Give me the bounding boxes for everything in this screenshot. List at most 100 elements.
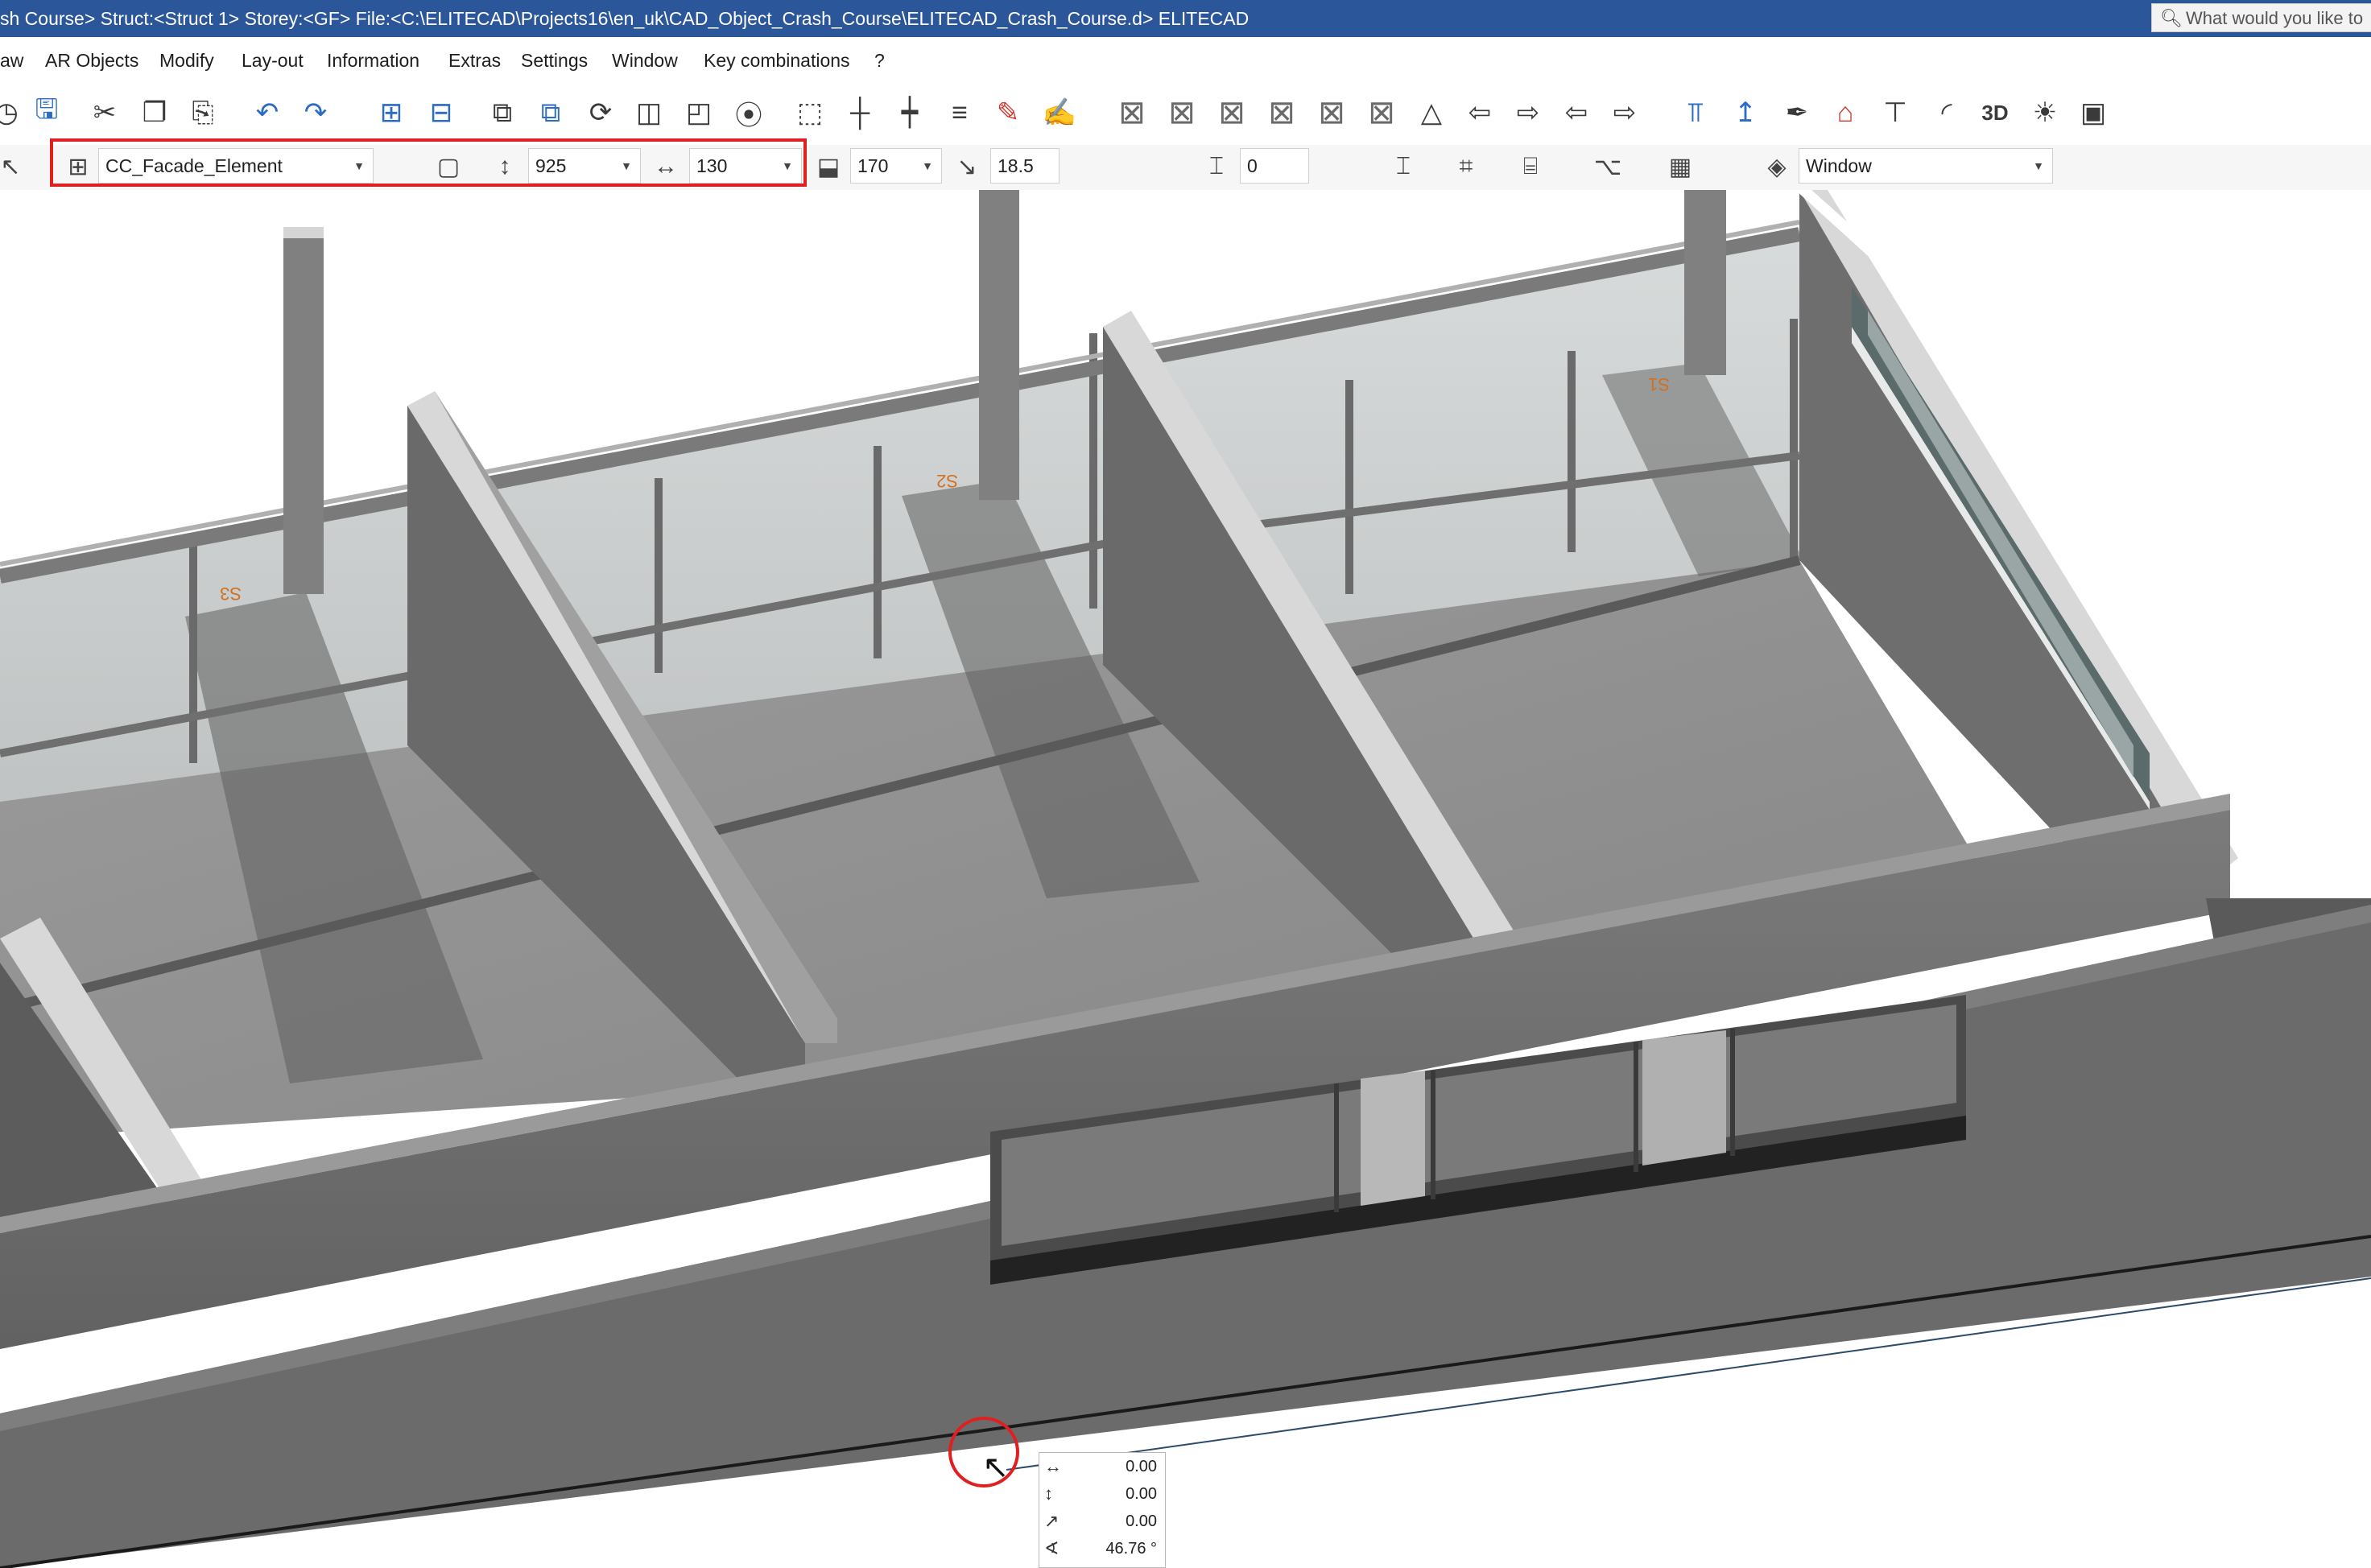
offset-value: 18.5: [998, 155, 1034, 176]
vertical-arrow-icon: ↕: [1044, 1483, 1053, 1504]
menu-information[interactable]: Information: [327, 50, 419, 72]
parameters-icon[interactable]: ⌥: [1591, 150, 1625, 184]
copy-icon[interactable]: ❐: [134, 92, 176, 134]
duplicate-icon[interactable]: ⧉: [530, 92, 572, 134]
column: [979, 190, 1019, 500]
camera-icon[interactable]: ▣: [2072, 92, 2114, 134]
undo-icon[interactable]: ↶: [246, 92, 288, 134]
layer-select[interactable]: Window ▼: [1799, 148, 2053, 184]
title-bar: sh Course> Struct:<Struct 1> Storey:<GF>…: [0, 0, 2371, 37]
section-icon[interactable]: ⫪: [1675, 92, 1716, 134]
arc-icon[interactable]: ◜: [1926, 92, 1968, 134]
pyramid-icon[interactable]: △: [1411, 92, 1452, 134]
room-label: S3: [220, 584, 242, 604]
diagonal-arrow-icon: ↗: [1044, 1511, 1060, 1531]
column-icon[interactable]: ⊤: [1874, 92, 1916, 134]
lintel-icon[interactable]: ⌶: [1200, 150, 1233, 184]
room-label: S2: [936, 471, 958, 491]
menu-extras[interactable]: Extras: [448, 50, 501, 72]
save-icon[interactable]: 🖫︎: [26, 92, 68, 134]
sash-icon[interactable]: ⌗: [1449, 150, 1483, 184]
sill-value: 170: [857, 155, 889, 176]
view-box-1-icon[interactable]: ⊠: [1111, 92, 1153, 134]
horizontal-arrow-icon: ↔: [1044, 1456, 1062, 1476]
view-transform-2-icon[interactable]: ⇨: [1507, 92, 1549, 134]
tell-me-search[interactable]: 🔍︎ What would you like to: [2151, 3, 2371, 32]
3d-viewport[interactable]: S3 S2 S1: [0, 190, 2371, 1568]
sill-field[interactable]: 170 ▼: [850, 148, 942, 184]
eraser-icon[interactable]: ✎: [987, 92, 1029, 134]
readout-dx-value: 0.00: [1126, 1458, 1157, 1475]
zoom-in-icon[interactable]: ⊞: [370, 92, 412, 134]
menu-draw[interactable]: aw: [0, 50, 23, 72]
menu-ar-objects[interactable]: AR Objects: [45, 50, 138, 72]
light-icon[interactable]: ☀: [2024, 92, 2066, 134]
elevation-icon[interactable]: ↥: [1725, 92, 1766, 134]
window-title: sh Course> Struct:<Struct 1> Storey:<GF>…: [0, 8, 1250, 29]
facade-door: [1642, 1030, 1726, 1166]
hatch-icon[interactable]: ≡: [939, 92, 981, 134]
main-toolbar: ◷ 🖫︎ ✂ ❐ ⎘ ↶ ↷ ⊞ ⊟ ⧉ ⧉ ⟳ ◫ ◰ ⦿ ⬚ ┼ ┿ ≡ ✎…: [0, 84, 2371, 145]
cut-icon[interactable]: ✂: [84, 92, 126, 134]
view-box-2-icon[interactable]: ⊠: [1161, 92, 1203, 134]
view-transform-3-icon[interactable]: ⇦: [1555, 92, 1597, 134]
menu-modify[interactable]: Modify: [159, 50, 214, 72]
edit-object-icon[interactable]: ✍: [1039, 92, 1080, 134]
hardware-icon[interactable]: ⌸: [1514, 150, 1547, 184]
pointer-cursor-icon: ↖: [982, 1450, 1010, 1485]
menu-window[interactable]: Window: [612, 50, 678, 72]
readout-dy: ↕ 0.00: [1039, 1480, 1165, 1508]
search-icon: 🔍︎: [2160, 8, 2183, 28]
offset-field[interactable]: 18.5: [990, 148, 1060, 184]
rotate-icon[interactable]: ⟳: [580, 92, 622, 134]
column-top: [283, 227, 324, 238]
cross-icon[interactable]: ┿: [889, 92, 931, 134]
readout-dist-value: 0.00: [1126, 1512, 1157, 1530]
menu-bar: aw AR Objects Modify Lay-out Information…: [0, 37, 2371, 84]
offset-icon[interactable]: ↘: [950, 150, 984, 184]
split-icon[interactable]: ┼: [839, 92, 881, 134]
menu-key-combinations[interactable]: Key combinations: [704, 50, 850, 72]
grid-icon[interactable]: ▦: [1663, 150, 1697, 184]
group-icon[interactable]: ⦿: [728, 92, 770, 134]
view-transform-1-icon[interactable]: ⇦: [1459, 92, 1501, 134]
view-box-5-icon[interactable]: ⊠: [1311, 92, 1353, 134]
angle-field-value: 0: [1247, 155, 1258, 176]
readout-angle-value: 46.76 °: [1105, 1540, 1157, 1558]
paste-icon[interactable]: ⎘: [182, 92, 224, 134]
3d-icon[interactable]: 3D: [1974, 92, 2016, 134]
chevron-down-icon: ▼: [2033, 159, 2044, 172]
readout-dx: ↔ 0.00: [1039, 1453, 1165, 1480]
redo-icon[interactable]: ↷: [295, 92, 337, 134]
house-icon[interactable]: ⌂: [1824, 92, 1866, 134]
layer-select-value: Window: [1806, 155, 1872, 176]
view-box-3-icon[interactable]: ⊠: [1211, 92, 1253, 134]
menu-help[interactable]: ?: [874, 50, 885, 72]
readout-angle: ∢ 46.76 °: [1039, 1535, 1165, 1562]
angle-icon: ∢: [1044, 1538, 1060, 1558]
layers-icon[interactable]: ◈: [1760, 150, 1794, 184]
select-frame-icon[interactable]: ⬚: [789, 92, 831, 134]
pointer-icon[interactable]: ↖: [0, 150, 27, 184]
facade-door: [1361, 1071, 1425, 1206]
column: [283, 232, 324, 594]
view-transform-4-icon[interactable]: ⇨: [1604, 92, 1646, 134]
history-icon[interactable]: ◷: [0, 92, 27, 134]
stretch-icon[interactable]: ◰: [678, 92, 720, 134]
paint-icon[interactable]: ✒: [1776, 92, 1818, 134]
copy-object-icon[interactable]: ⧉: [481, 92, 523, 134]
menu-settings[interactable]: Settings: [521, 50, 588, 72]
chevron-down-icon: ▼: [922, 159, 933, 172]
zoom-out-icon[interactable]: ⊟: [420, 92, 462, 134]
coordinate-readout: ↔ 0.00 ↕ 0.00 ↗ 0.00 ∢ 46.76 °: [1039, 1452, 1166, 1568]
view-box-4-icon[interactable]: ⊠: [1261, 92, 1303, 134]
angle-field[interactable]: 0: [1240, 148, 1309, 184]
opening-frame-icon[interactable]: ⌶: [1386, 150, 1420, 184]
readout-dy-value: 0.00: [1126, 1485, 1157, 1503]
column: [1684, 190, 1726, 375]
sill-icon[interactable]: ⬓: [812, 150, 845, 184]
menu-lay-out[interactable]: Lay-out: [242, 50, 304, 72]
mirror-icon[interactable]: ◫: [628, 92, 670, 134]
readout-dist: ↗ 0.00: [1039, 1508, 1165, 1535]
view-box-6-icon[interactable]: ⊠: [1361, 92, 1402, 134]
